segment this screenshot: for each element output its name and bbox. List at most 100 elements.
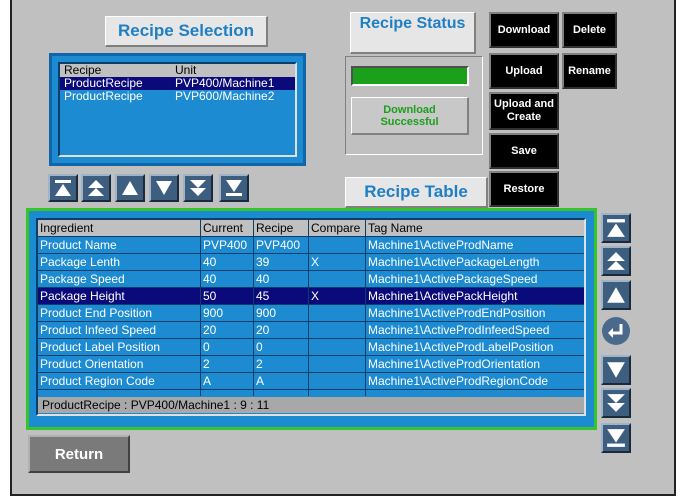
table-row[interactable]: Package Speed 40 40 Machine1\ActivePacka…	[38, 271, 584, 287]
table-row[interactable]: Product End Position 900 900 Machine1\Ac…	[38, 305, 584, 321]
grid-line	[38, 321, 584, 322]
last-icon	[226, 180, 242, 196]
ingredient-cell: Product Orientation	[40, 357, 144, 371]
recipe-cell: 40	[256, 272, 270, 286]
recipe-cell: A	[256, 374, 265, 388]
delete-button[interactable]: Delete	[562, 12, 617, 48]
rename-button[interactable]: Rename	[562, 53, 617, 89]
save-button[interactable]: Save	[489, 133, 559, 169]
compare-cell	[309, 339, 365, 355]
up-icon	[122, 181, 138, 195]
recipe-table-title: Recipe Table	[345, 177, 488, 208]
recipe-list-panel: Recipe Unit ProductRecipe PVP400/Machine…	[49, 53, 306, 166]
compare-cell	[309, 305, 365, 321]
table-row[interactable]: Product Orientation 2 2 Machine1\ActiveP…	[38, 356, 584, 372]
recipe-list: Recipe Unit ProductRecipe PVP400/Machine…	[58, 62, 297, 157]
current-header: Current	[203, 221, 244, 235]
grid-line	[308, 220, 309, 396]
tag-name-cell: Machine1\ActiveProdRegionCode	[368, 374, 549, 388]
page-down-icon	[607, 394, 625, 412]
table-row[interactable]: Product Name PVP400 PVP400 Machine1\Acti…	[38, 237, 584, 253]
table-row-selected[interactable]: Package Height 50 45 X Machine1\ActivePa…	[38, 288, 584, 304]
down-icon	[607, 362, 625, 378]
ingredient-header: Ingredient	[40, 221, 94, 235]
current-cell: A	[203, 374, 212, 388]
grid-line	[38, 253, 584, 254]
table-row[interactable]: Product Label Position 0 0 Machine1\Acti…	[38, 339, 584, 355]
current-cell: 900	[203, 306, 224, 320]
compare-cell	[309, 373, 365, 389]
table-row[interactable]: Product Region Code A A Machine1\ActiveP…	[38, 373, 584, 389]
last-icon	[607, 429, 625, 447]
page-up-icon	[88, 180, 104, 196]
table-row[interactable]: Product Infeed Speed 20 20 Machine1\Acti…	[38, 322, 584, 338]
table-first-button[interactable]	[601, 213, 631, 243]
table-enter-button[interactable]	[601, 316, 631, 346]
current-cell: PVP400	[203, 238, 248, 252]
ingredient-cell: Package Height	[40, 289, 125, 303]
table-page-down-button[interactable]	[601, 388, 631, 418]
ingredient-cell: Product Region Code	[40, 374, 155, 388]
tag-name-cell: Machine1\ActiveProdLabelPosition	[368, 340, 554, 354]
current-cell: 40	[203, 272, 217, 286]
recipe-cell: 39	[256, 255, 270, 269]
ingredient-cell: Package Speed	[40, 272, 125, 286]
current-cell: 2	[203, 357, 210, 371]
upload-button[interactable]: Upload	[489, 53, 559, 89]
table-header: Ingredient Current Recipe Compare Tag Na…	[38, 220, 584, 236]
grid-line	[38, 338, 584, 339]
tag-name-cell: Machine1\ActivePackageSpeed	[368, 272, 538, 286]
down-icon	[156, 181, 172, 195]
compare-cell	[309, 237, 365, 253]
recipe-cell: PVP400	[256, 238, 301, 252]
table-status-footer: ProductRecipe : PVP400/Machine1 : 9 : 11	[38, 397, 584, 413]
ingredient-cell: Package Lenth	[40, 255, 121, 269]
tag-name-cell: Machine1\ActiveProdOrientation	[368, 357, 541, 371]
list-page-up-button[interactable]	[81, 174, 111, 202]
recipe-name: ProductRecipe	[64, 89, 143, 103]
grid-line	[200, 220, 201, 396]
table-up-button[interactable]	[601, 280, 631, 310]
list-last-button[interactable]	[219, 174, 249, 202]
download-button[interactable]: Download	[489, 12, 559, 48]
recipe-selection-title: Recipe Selection	[105, 16, 268, 47]
list-up-button[interactable]	[115, 174, 145, 202]
current-cell: 50	[203, 289, 217, 303]
recipe-cell: 45	[256, 289, 270, 303]
restore-button[interactable]: Restore	[489, 171, 559, 207]
first-icon	[607, 219, 625, 237]
table-page-up-button[interactable]	[601, 246, 631, 276]
recipe-cell: 2	[256, 357, 263, 371]
list-page-down-button[interactable]	[183, 174, 213, 202]
page-up-icon	[607, 252, 625, 270]
list-first-button[interactable]	[48, 174, 78, 202]
recipe-unit: PVP600/Machine2	[175, 89, 275, 103]
current-cell: 0	[203, 340, 210, 354]
recipe-screen: Recipe Selection Recipe Unit ProductReci…	[10, 0, 676, 496]
tag-name-header: Tag Name	[368, 221, 423, 235]
status-message: Download Successful	[351, 97, 469, 135]
grid-line	[365, 220, 366, 396]
upload-and-create-button[interactable]: Upload and Create	[489, 92, 559, 130]
ingredient-cell: Product Name	[40, 238, 117, 252]
ingredient-cell: Product Infeed Speed	[40, 323, 157, 337]
grid-line	[38, 287, 584, 288]
compare-cell: X	[311, 289, 320, 303]
table-row[interactable]: Package Lenth 40 39 X Machine1\ActivePac…	[38, 254, 584, 270]
recipe-header: Recipe	[256, 221, 294, 235]
grid-line	[253, 220, 254, 396]
current-cell: 40	[203, 255, 217, 269]
status-panel: Download Successful	[345, 56, 483, 155]
status-indicator	[351, 66, 469, 86]
table-last-button[interactable]	[601, 423, 631, 453]
tag-name-cell: Machine1\ActiveProdEndPosition	[368, 306, 546, 320]
recipe-cell: 20	[256, 323, 270, 337]
recipe-table-panel: Ingredient Current Recipe Compare Tag Na…	[26, 208, 597, 430]
compare-cell	[309, 322, 365, 338]
list-down-button[interactable]	[149, 174, 179, 202]
tag-name-cell: Machine1\ActiveProdName	[368, 238, 514, 252]
table-down-button[interactable]	[601, 355, 631, 385]
recipe-cell: 0	[256, 340, 263, 354]
return-button[interactable]: Return	[28, 435, 130, 473]
recipe-list-item[interactable]: ProductRecipe PVP600/Machine2	[60, 90, 295, 103]
